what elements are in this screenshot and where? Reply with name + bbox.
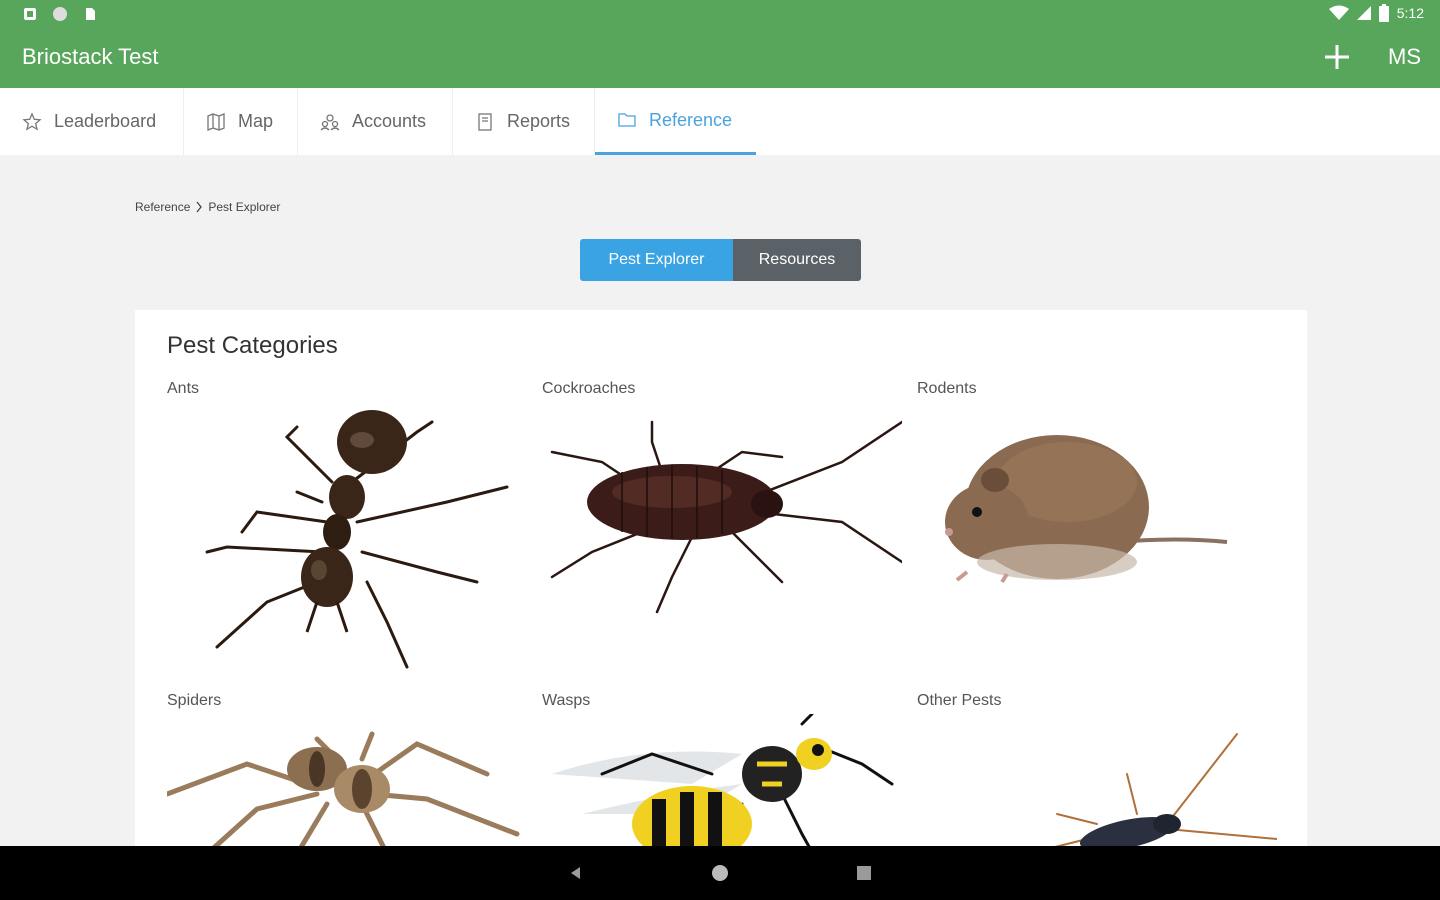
breadcrumb: Reference Pest Explorer [135, 200, 280, 214]
tab-reference[interactable]: Reference [595, 88, 756, 155]
folder-icon [618, 113, 636, 127]
signal-icon [1356, 6, 1371, 20]
tab-reports[interactable]: Reports [453, 88, 595, 155]
home-circle-icon [712, 865, 728, 881]
star-icon [22, 111, 42, 131]
tab-map[interactable]: Map [184, 88, 298, 155]
tab-accounts[interactable]: Accounts [298, 88, 453, 155]
map-icon [207, 112, 225, 131]
user-avatar-initials[interactable]: MS [1388, 44, 1421, 70]
back-button[interactable] [556, 846, 596, 900]
pest-explorer-button[interactable]: Pest Explorer [580, 239, 733, 281]
battery-icon [1378, 4, 1389, 22]
rodent-image [945, 435, 1228, 584]
card-title: Pest Categories [167, 332, 338, 359]
breadcrumb-current: Pest Explorer [208, 200, 281, 214]
category-label: Other Pests [917, 692, 1002, 709]
tab-bar: Leaderboard Map Accounts Reports Referen… [0, 88, 1440, 155]
tab-label: Leaderboard [54, 111, 157, 131]
status-time: 5:12 [1396, 5, 1424, 21]
wifi-icon [1328, 5, 1349, 20]
tab-label: Map [238, 111, 274, 131]
app-title: Briostack Test [22, 44, 159, 69]
sd-card-icon [86, 8, 95, 20]
tab-label: Accounts [352, 111, 427, 131]
ant-image [205, 410, 509, 669]
notification-icon [24, 8, 36, 20]
category-label: Spiders [167, 692, 222, 709]
pest-categories-card: Pest Categories Ants Cockroaches Rodents… [135, 310, 1307, 870]
category-rodents[interactable]: Rodents [917, 380, 1277, 670]
recents-button[interactable] [844, 846, 884, 900]
tab-label: Reports [507, 111, 571, 131]
category-label: Ants [167, 380, 200, 397]
category-label: Wasps [542, 692, 591, 709]
category-other-pests[interactable]: Other Pests [917, 692, 1277, 872]
back-triangle-icon [571, 867, 580, 879]
resources-button[interactable]: Resources [733, 239, 861, 281]
category-label: Rodents [917, 380, 977, 397]
reports-icon [478, 112, 492, 131]
system-navigation-bar [0, 846, 1440, 900]
category-label: Cockroaches [542, 380, 636, 397]
breadcrumb-reference-link[interactable]: Reference [135, 200, 190, 214]
category-ants[interactable]: Ants [167, 380, 527, 670]
accounts-icon [320, 113, 340, 130]
add-icon[interactable] [1322, 42, 1352, 72]
app-bar: 5:12 Briostack Test MS [0, 0, 1440, 88]
cockroach-image [550, 420, 902, 614]
status-icons-left [22, 6, 98, 22]
tab-leaderboard[interactable]: Leaderboard [0, 88, 184, 155]
tab-label: Reference [649, 109, 733, 130]
status-icons-right: 5:12 [1328, 4, 1424, 22]
category-wasps[interactable]: Wasps [542, 692, 902, 872]
segmented-control: Pest Explorer Resources [580, 239, 861, 281]
circle-notification-icon [53, 7, 67, 21]
home-button[interactable] [700, 846, 740, 900]
chevron-right-icon [196, 201, 203, 213]
category-cockroaches[interactable]: Cockroaches [542, 380, 902, 670]
category-spiders[interactable]: Spiders [167, 692, 527, 872]
recents-square-icon [857, 866, 871, 880]
